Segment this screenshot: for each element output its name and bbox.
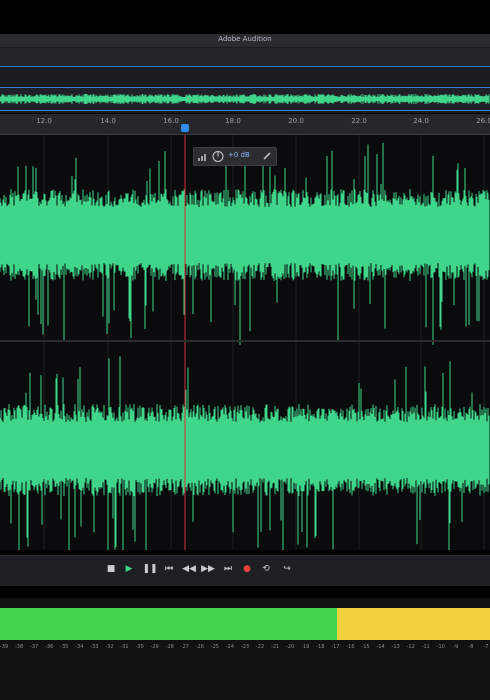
meter-scale-label: -9 [453,644,459,650]
move-playhead-previous-button[interactable]: ⏮ [162,562,176,576]
meter-scale-label: -14 [376,644,385,650]
meter-scale-label: -18 [316,644,325,650]
meter-yellow-segment [337,608,490,640]
meter-scale-label: -13 [391,644,400,650]
meter-scale-label: -19 [301,644,310,650]
window-title: Adobe Audition [218,35,272,43]
pause-button[interactable]: ❚❚ [142,562,157,576]
level-meter: -39 -38 -37 -36 -35 -34 -33 -32 -31 -30 -29 -28 -27-… [0,598,490,700]
meter-scale-label: -36 [45,644,54,650]
meter-scale-label: -17 [331,644,340,650]
rewind-button[interactable]: ◀◀ [182,562,196,576]
ruler-tick-label: 16.0 [163,117,179,125]
meter-scale-label: -28 [165,644,174,650]
meter-scale-label: -22 [255,644,265,650]
loop-playback-button[interactable]: ⟲ [259,562,273,576]
ruler-tick-label: 22.0 [351,117,367,125]
meter-scale-label: -8 [468,644,474,650]
ruler-tick-label: 24.0 [413,117,429,125]
meter-scale-label: -30 [135,644,144,650]
meter-scale-label: -37 [30,644,39,650]
meter-scale-label: -26 [195,644,204,650]
hud-panel[interactable]: +0 dB [193,147,277,166]
volume-value[interactable]: +0 dB [228,151,250,159]
ruler-tick-label: 12.0 [36,117,52,125]
overview-panel[interactable] [0,67,490,113]
waveform-canvas [0,135,490,558]
playhead-handle[interactable] [181,124,189,132]
overview-viewport[interactable] [0,87,490,111]
meter-scale-label: -11 [421,644,430,650]
meter-scale-label: -29 [150,644,159,650]
stop-button[interactable]: ■ [104,562,118,576]
meter-scale-label: -21 [271,644,280,650]
fast-forward-button[interactable]: ▶▶ [201,562,215,576]
meter-scale-label: -31 [120,644,129,650]
waveform-editor[interactable] [0,135,490,558]
meter-scale-label: -12 [406,644,415,650]
meter-scale-label: -7 [483,644,489,650]
ruler-tick-label: 26.0 [476,117,490,125]
meter-green-segment [0,608,337,640]
meter-scale-label: -24 [225,644,235,650]
meter-scale-label: -27 [180,644,189,650]
pin-icon[interactable] [262,151,272,161]
overview-waveform [0,94,490,104]
toolbar [0,48,490,67]
ruler-tick-label: 18.0 [225,117,241,125]
meter-scale-label: -34 [75,644,84,650]
meter-scale-label: -20 [286,644,295,650]
move-playhead-next-button[interactable]: ⏭ [221,562,235,576]
meter-scale-label: -33 [90,644,99,650]
meter-scale-label: -32 [105,644,114,650]
meter-scale-label: -25 [210,644,219,650]
meter-scale-label: -35 [60,644,69,650]
skip-selection-button[interactable]: ↪ [280,562,294,576]
meter-scale-label: -39 [0,644,9,650]
record-button[interactable]: ● [240,562,254,576]
meter-scale: -39 -38 -37 -36 -35 -34 -33 -32 -31 -30 -29 -28 -27-… [0,642,490,656]
meter-scale-label: -23 [240,644,250,650]
meter-scale-label: -38 [14,644,24,650]
play-button[interactable]: ▶ [122,562,136,576]
meter-scale-label: -16 [346,644,355,650]
volume-icon [198,151,224,162]
meter-scale-label: -10 [436,644,445,650]
meter-scale-label: -15 [361,644,370,650]
ruler-tick-label: 20.0 [288,117,304,125]
timeline-ruler[interactable]: 12.0 14.0 16.0 18.0 20.0 22.0 24.0 26.0 [0,114,490,135]
title-bar: Adobe Audition [0,34,490,48]
ruler-tick-label: 14.0 [100,117,116,125]
